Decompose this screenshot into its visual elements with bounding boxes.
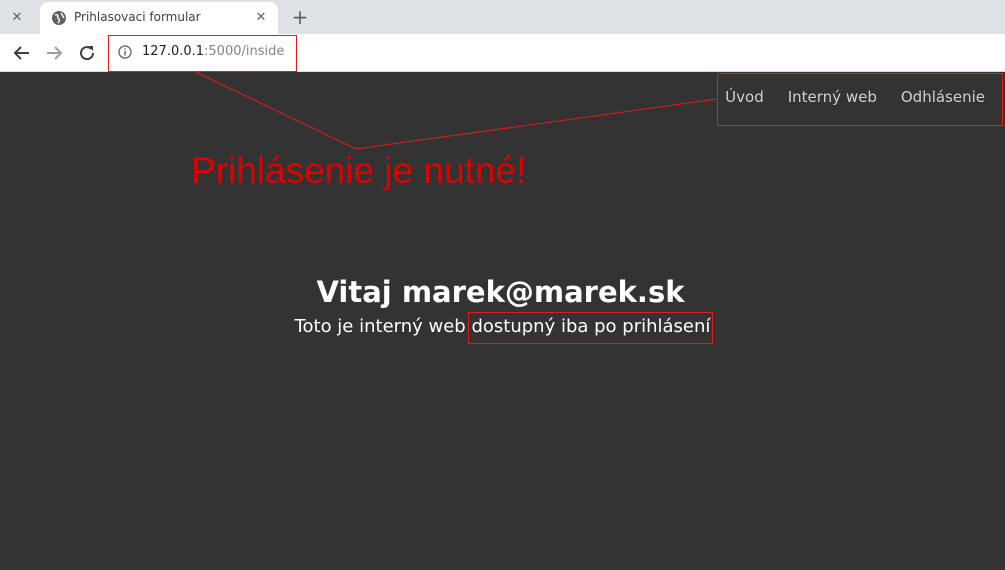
annotation-box-highlight (468, 312, 713, 344)
forward-arrow-icon[interactable] (42, 41, 66, 65)
tab-close-icon[interactable]: ✕ (252, 9, 270, 27)
globe-icon (52, 11, 66, 25)
new-tab-button[interactable]: + (288, 6, 312, 28)
close-icon[interactable]: ✕ (6, 8, 28, 28)
browser-tab-bar: ✕ Prihlasovaci formular ✕ + (0, 0, 1005, 34)
annotation-box-url (108, 35, 297, 72)
tab-title: Prihlasovaci formular (74, 10, 201, 24)
reload-icon[interactable] (75, 41, 99, 65)
back-arrow-icon[interactable] (10, 41, 34, 65)
annotation-box-nav (717, 73, 1003, 126)
subtitle-prefix: Toto je interný web (294, 316, 472, 337)
welcome-heading: Vitaj marek@marek.sk (316, 275, 685, 309)
browser-tab[interactable]: Prihlasovaci formular ✕ (40, 2, 278, 34)
annotation-text: Prihlásenie je nutné! (191, 150, 527, 191)
